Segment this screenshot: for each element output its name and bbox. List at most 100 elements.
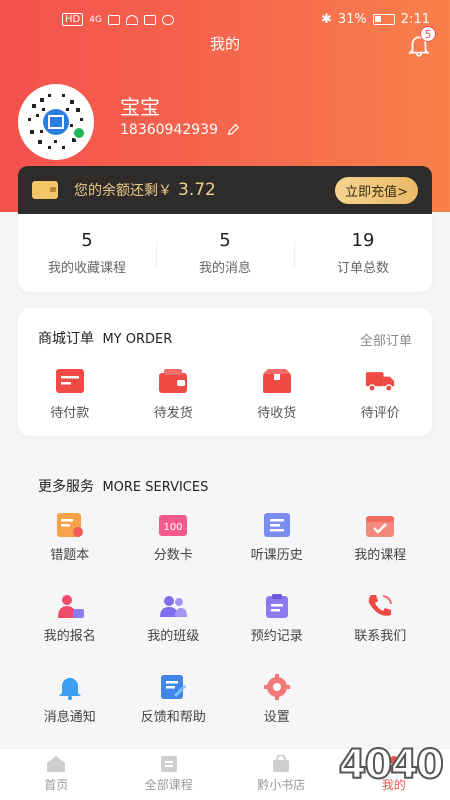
clipboard-icon <box>265 594 288 618</box>
watermark-logo: 4040 <box>338 741 445 789</box>
service-settings[interactable]: 设置 <box>225 674 329 725</box>
hd-indicator: HD <box>62 13 84 26</box>
nav-home[interactable]: 首页 <box>0 749 113 800</box>
phone-icon <box>369 595 393 616</box>
stat-favorites[interactable]: 5 我的收藏课程 <box>18 230 156 276</box>
home-icon <box>47 756 66 772</box>
message-icon <box>143 14 156 25</box>
service-label: 消息通知 <box>43 710 96 725</box>
balance-bar: 您的余额还剩￥ 3.72 立即充值> <box>18 166 432 214</box>
truck-icon <box>366 372 395 392</box>
gear-icon <box>263 674 290 700</box>
service-my-signup[interactable]: 我的报名 <box>18 593 122 644</box>
stat-label: 我的收藏课程 <box>47 261 126 276</box>
history-icon <box>263 513 290 537</box>
services-title: 更多服务 MORE SERVICES <box>38 476 208 496</box>
service-feedback-help[interactable]: 反馈和帮助 <box>122 674 226 725</box>
wallet-icon <box>32 181 58 199</box>
stat-value: 5 <box>81 230 93 251</box>
bell-icon <box>58 678 81 700</box>
user-phone-row: 18360942939 <box>120 122 240 138</box>
group-icon <box>160 596 188 617</box>
service-contact-us[interactable]: 联系我们 <box>329 593 433 644</box>
package-wallet-icon <box>159 369 188 393</box>
box-icon <box>262 369 291 393</box>
balance-amount: 3.72 <box>178 180 216 200</box>
order-pending-shipment[interactable]: 待发货 <box>122 368 226 421</box>
service-label: 联系我们 <box>354 629 407 644</box>
stats-panel: 5 我的收藏课程 5 我的消息 19 订单总数 <box>18 214 432 292</box>
service-label: 听课历史 <box>250 548 303 563</box>
service-label: 分数卡 <box>153 548 193 563</box>
nav-all-courses[interactable]: 全部课程 <box>113 749 226 800</box>
clock: 2:11 <box>400 12 430 27</box>
balance-label: 您的余额还剩￥ <box>74 183 172 199</box>
service-my-class[interactable]: 我的班级 <box>122 593 226 644</box>
order-pending-receipt[interactable]: 待收货 <box>225 368 329 421</box>
stat-value: 19 <box>351 230 375 251</box>
network-indicator: 4G <box>89 14 102 25</box>
user-phone: 18360942939 <box>120 122 218 138</box>
order-title-en: MY ORDER <box>102 332 173 347</box>
order-title-zh: 商城订单 <box>38 331 94 347</box>
service-label: 错题本 <box>50 548 90 563</box>
services-grid: 错题本 100 分数卡 听课历史 我的课程 我的报名 我的班级 预约记录 联系我… <box>18 512 432 725</box>
order-pending-payment[interactable]: 待付款 <box>18 368 122 421</box>
battery-percent: 31% <box>337 12 367 27</box>
service-label: 预约记录 <box>250 629 303 644</box>
svg-text:100: 100 <box>164 522 183 533</box>
order-item-label: 待评价 <box>360 406 400 421</box>
service-wrong-book[interactable]: 错题本 <box>18 512 122 563</box>
order-item-label: 待发货 <box>153 406 193 421</box>
stat-messages[interactable]: 5 我的消息 <box>156 230 294 276</box>
service-label: 设置 <box>263 710 290 725</box>
stat-value: 5 <box>219 230 231 251</box>
order-title: 商城订单 MY ORDER <box>38 328 172 348</box>
status-right: ✱ 31% 2:11 <box>321 12 430 27</box>
edit-icon[interactable] <box>226 123 240 137</box>
stat-orders[interactable]: 19 订单总数 <box>294 230 432 276</box>
order-status-row: 待付款 待发货 待收货 待评价 <box>18 368 432 421</box>
qq-icon <box>161 14 174 25</box>
score-card-icon: 100 <box>159 515 188 536</box>
page-title: 我的 <box>209 35 240 53</box>
stat-label: 订单总数 <box>336 261 389 276</box>
services-title-zh: 更多服务 <box>38 479 94 495</box>
order-item-label: 待收货 <box>257 406 297 421</box>
edit-doc-icon <box>161 675 187 699</box>
recharge-button[interactable]: 立即充值> <box>335 176 418 204</box>
avatar[interactable] <box>18 84 94 160</box>
nav-label: 首页 <box>44 778 69 792</box>
services-title-en: MORE SERVICES <box>102 480 209 495</box>
order-pending-review[interactable]: 待评价 <box>329 368 433 421</box>
service-score-card[interactable]: 100 分数卡 <box>122 512 226 563</box>
services-section: 更多服务 MORE SERVICES 错题本 100 分数卡 听课历史 我的课程… <box>18 456 432 746</box>
wifi-icon <box>125 14 138 25</box>
service-label: 反馈和帮助 <box>140 710 206 725</box>
wallet-card-icon <box>55 369 84 393</box>
nav-label: 全部课程 <box>144 778 193 792</box>
order-item-label: 待付款 <box>50 406 90 421</box>
all-orders-link[interactable]: 全部订单 <box>360 330 412 349</box>
calendar-check-icon <box>366 516 395 537</box>
service-booking-records[interactable]: 预约记录 <box>225 593 329 644</box>
service-history[interactable]: 听课历史 <box>225 512 329 563</box>
user-name: 宝宝 <box>120 95 160 119</box>
person-card-icon <box>57 595 84 618</box>
courses-icon <box>160 756 177 772</box>
battery-icon <box>372 14 395 25</box>
notification-button[interactable]: 5 <box>406 26 436 58</box>
verified-badge-icon <box>72 126 86 140</box>
wrong-book-icon <box>56 513 83 537</box>
notification-badge: 5 <box>420 26 436 42</box>
qr-code-icon <box>19 85 93 159</box>
stat-label: 我的消息 <box>198 261 251 276</box>
nav-label: 黔小书店 <box>257 778 306 792</box>
bluetooth-icon: ✱ <box>320 12 332 27</box>
service-my-courses[interactable]: 我的课程 <box>329 512 433 563</box>
service-label: 我的班级 <box>147 629 200 644</box>
nav-bookstore[interactable]: 黔小书店 <box>225 749 338 800</box>
service-notifications[interactable]: 消息通知 <box>18 674 122 725</box>
order-card: 商城订单 MY ORDER 全部订单 待付款 待发货 待收货 待评价 <box>18 308 432 436</box>
shop-bag-icon <box>273 755 290 772</box>
